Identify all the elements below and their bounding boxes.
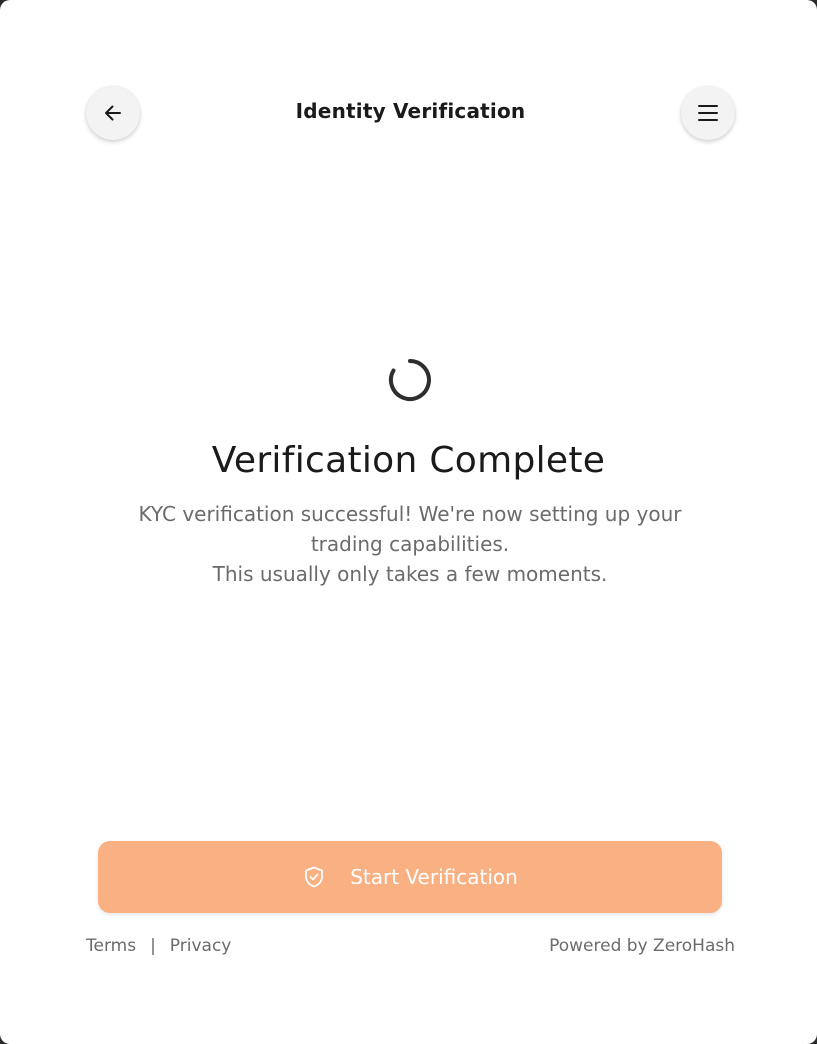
footer-links: Terms | Privacy	[86, 936, 231, 956]
powered-by-text: Powered by ZeroHash	[549, 936, 735, 956]
header: Identity Verification	[86, 86, 735, 140]
verification-page: Identity Verification Verification Compl…	[0, 0, 817, 1044]
menu-button[interactable]	[681, 86, 735, 140]
status-title: Verification Complete	[211, 440, 606, 481]
start-verification-label: Start Verification	[350, 865, 518, 889]
status-description-line: This usually only takes a few moments.	[212, 562, 608, 586]
hamburger-menu-icon	[698, 105, 718, 121]
status-description-line: KYC verification successful! We're now s…	[138, 502, 682, 556]
loading-spinner-icon	[388, 358, 432, 402]
status-description: KYC verification successful! We're now s…	[130, 499, 690, 589]
footer: Terms | Privacy Powered by ZeroHash	[86, 936, 735, 962]
page-title: Identity Verification	[295, 99, 526, 123]
shield-check-icon	[302, 865, 326, 889]
terms-link[interactable]: Terms	[86, 936, 136, 956]
privacy-link[interactable]: Privacy	[170, 936, 232, 956]
start-verification-button[interactable]: Start Verification	[98, 841, 722, 913]
footer-separator: |	[150, 936, 156, 956]
